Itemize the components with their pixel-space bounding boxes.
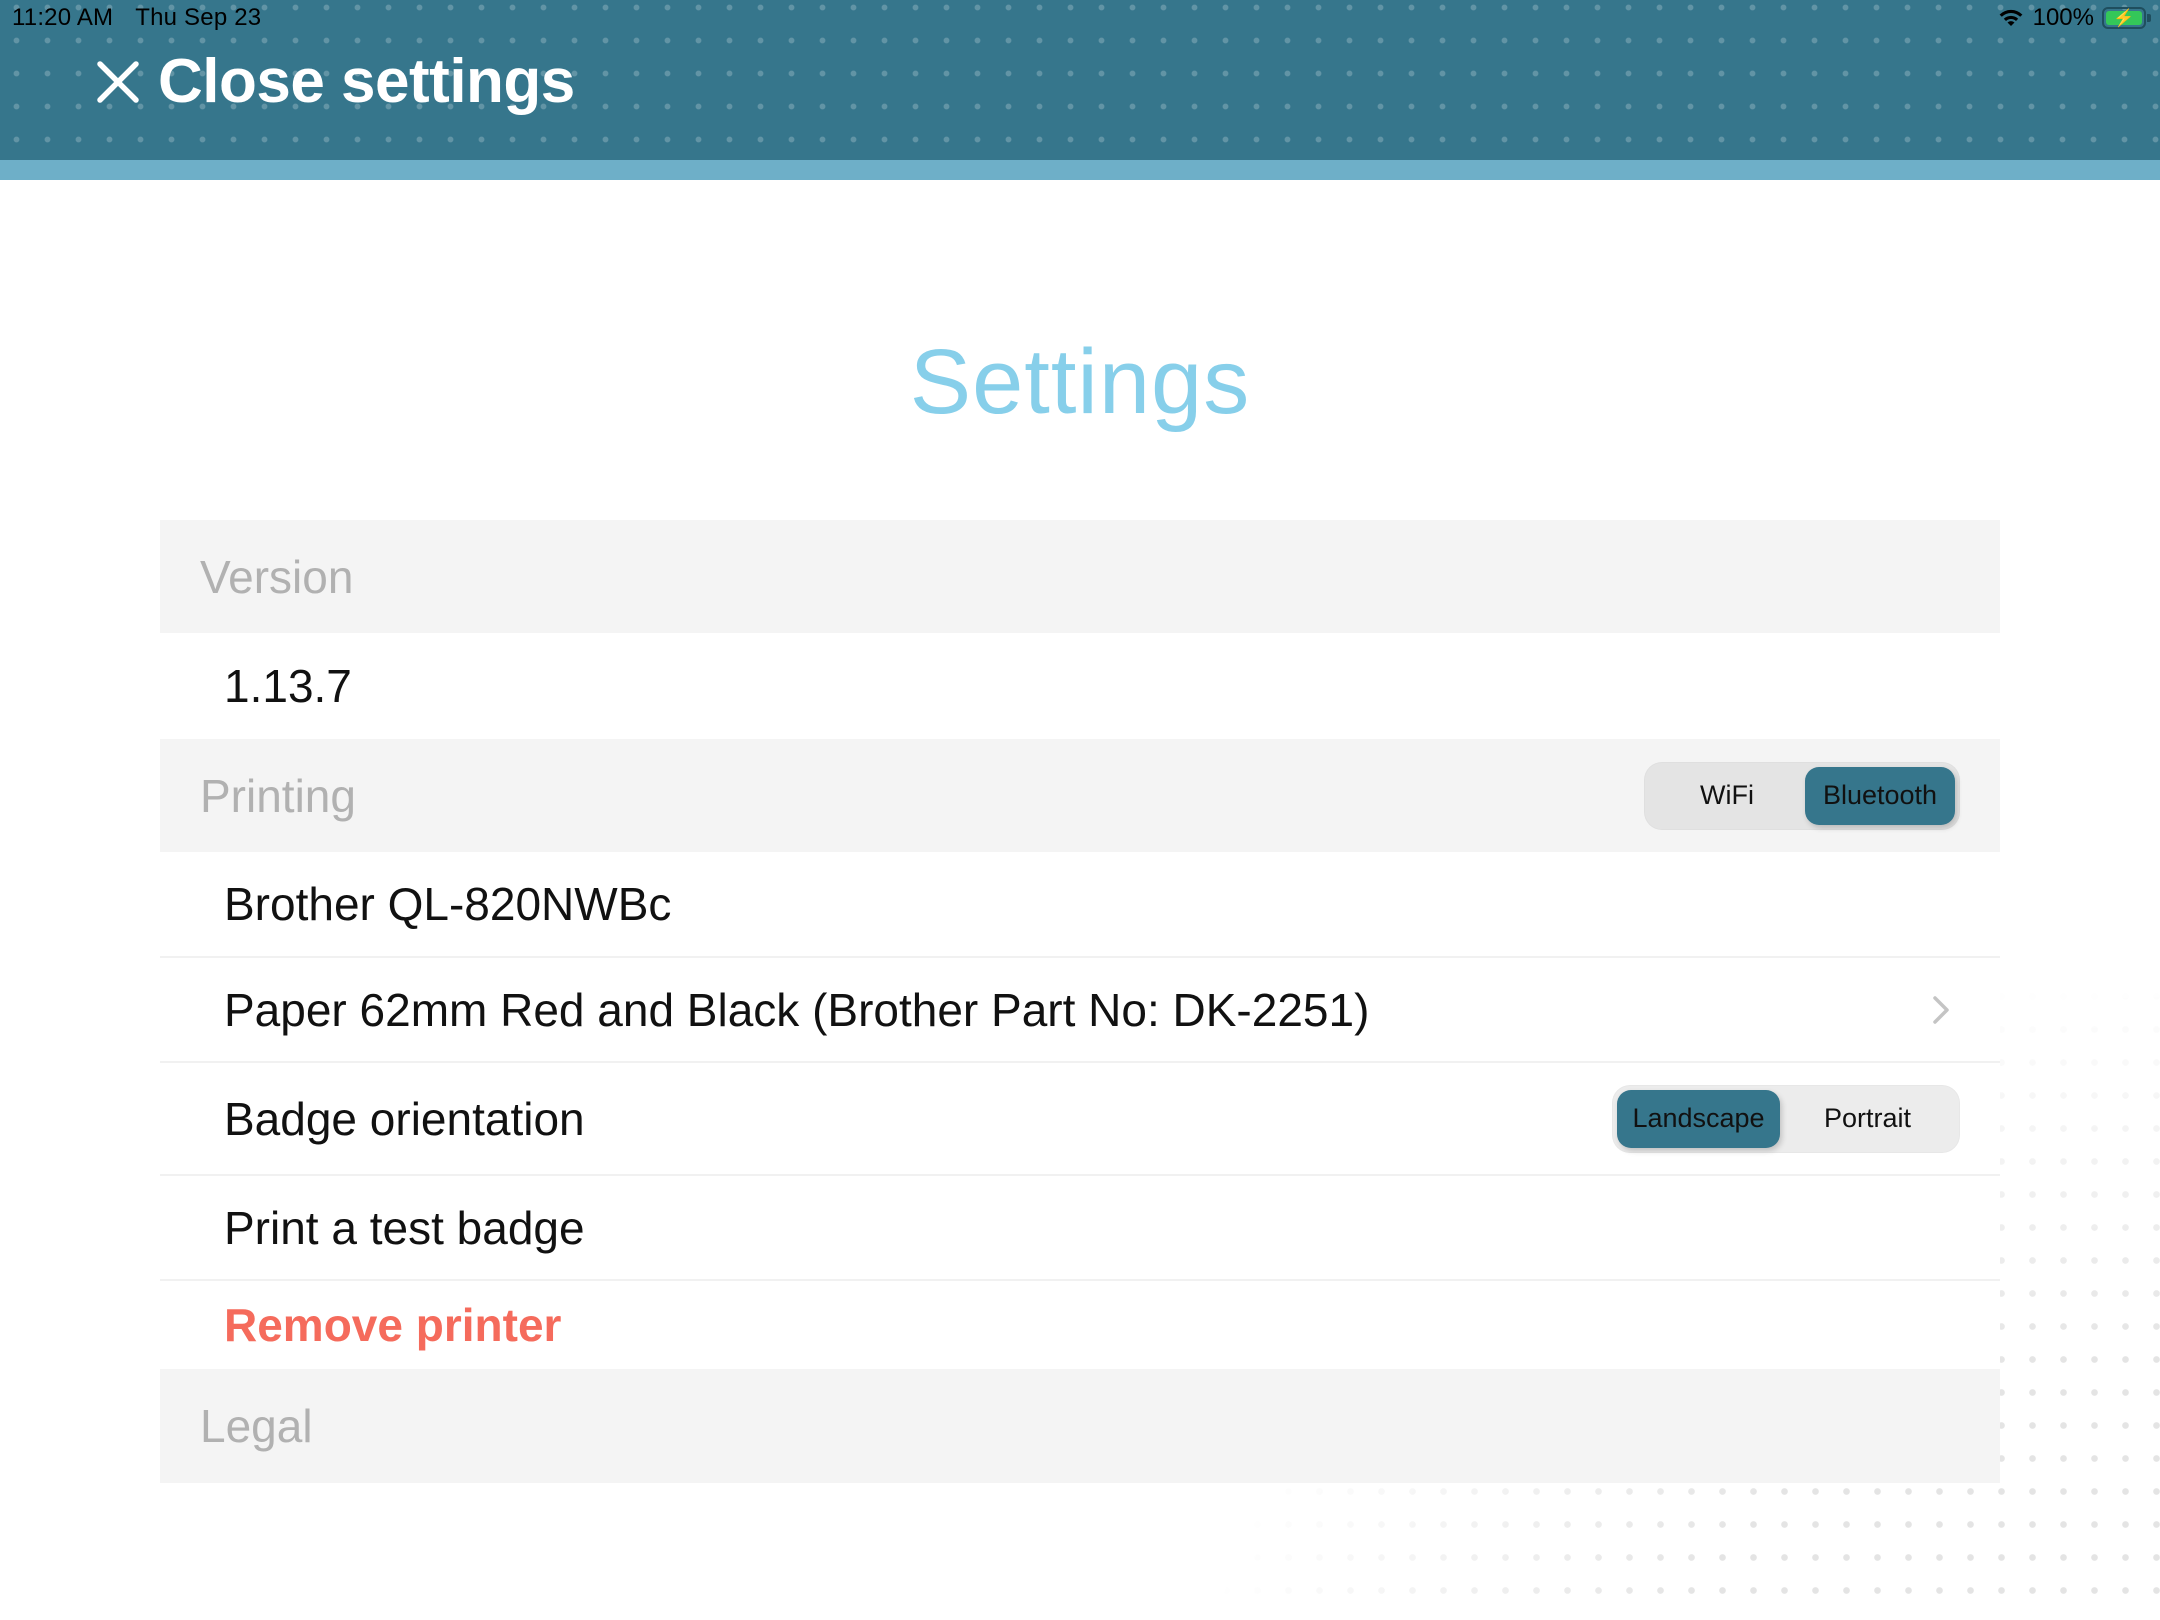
section-header-legal[interactable]: Legal — [160, 1369, 2000, 1483]
connection-type-toggle: WiFi Bluetooth — [1644, 761, 1960, 830]
battery-tip — [2147, 14, 2151, 22]
section-title-legal: Legal — [200, 1400, 313, 1452]
printer-name: Brother QL-820NWBc — [224, 878, 672, 930]
settings-list: Version 1.13.7 Printing WiFi Bluetooth B… — [160, 520, 2000, 1483]
print-test-badge-button[interactable]: Print a test badge — [224, 1201, 585, 1255]
orientation-option-landscape[interactable]: Landscape — [1617, 1089, 1780, 1148]
section-title-version: Version — [200, 550, 354, 603]
charging-bolt-icon: ⚡ — [2113, 8, 2135, 28]
status-date: Thu Sep 23 — [135, 4, 262, 31]
battery-percent: 100% — [2032, 4, 2094, 31]
status-bar-right: 100% ⚡ — [1997, 4, 2151, 32]
header-bar: 11:20 AM Thu Sep 23 100% ⚡ Close setting… — [0, 0, 2160, 160]
connection-option-wifi[interactable]: WiFi — [1649, 767, 1805, 825]
version-value: 1.13.7 — [224, 660, 352, 712]
chevron-right-icon — [1933, 995, 1949, 1024]
battery-fill: ⚡ — [2106, 8, 2142, 28]
badge-orientation-toggle: Landscape Portrait — [1612, 1084, 1960, 1153]
remove-printer-row[interactable]: Remove printer — [160, 1281, 2000, 1369]
remove-printer-button[interactable]: Remove printer — [224, 1298, 561, 1352]
paper-row[interactable]: Paper 62mm Red and Black (Brother Part N… — [160, 958, 2000, 1063]
version-row: 1.13.7 — [160, 633, 2000, 739]
header-accent-stripe — [0, 160, 2160, 180]
orientation-option-portrait[interactable]: Portrait — [1780, 1090, 1955, 1148]
close-settings-button[interactable]: Close settings — [96, 46, 575, 117]
badge-orientation-label: Badge orientation — [224, 1092, 585, 1145]
printer-row[interactable]: Brother QL-820NWBc — [160, 852, 2000, 958]
section-header-printing: Printing WiFi Bluetooth — [160, 739, 2000, 852]
section-title-printing: Printing — [200, 769, 356, 822]
status-bar-left: 11:20 AM Thu Sep 23 — [12, 4, 261, 32]
paper-type: Paper 62mm Red and Black (Brother Part N… — [224, 983, 1370, 1036]
status-time: 11:20 AM — [12, 4, 114, 31]
section-header-version: Version — [160, 520, 2000, 633]
print-test-badge-row[interactable]: Print a test badge — [160, 1176, 2000, 1281]
battery-icon: ⚡ — [2102, 7, 2151, 29]
close-settings-label: Close settings — [158, 47, 575, 116]
badge-orientation-row: Badge orientation Landscape Portrait — [160, 1063, 2000, 1176]
page-title: Settings — [909, 331, 1251, 433]
connection-option-bluetooth[interactable]: Bluetooth — [1805, 766, 1955, 825]
wifi-icon — [1999, 9, 2023, 26]
close-icon — [97, 60, 139, 103]
